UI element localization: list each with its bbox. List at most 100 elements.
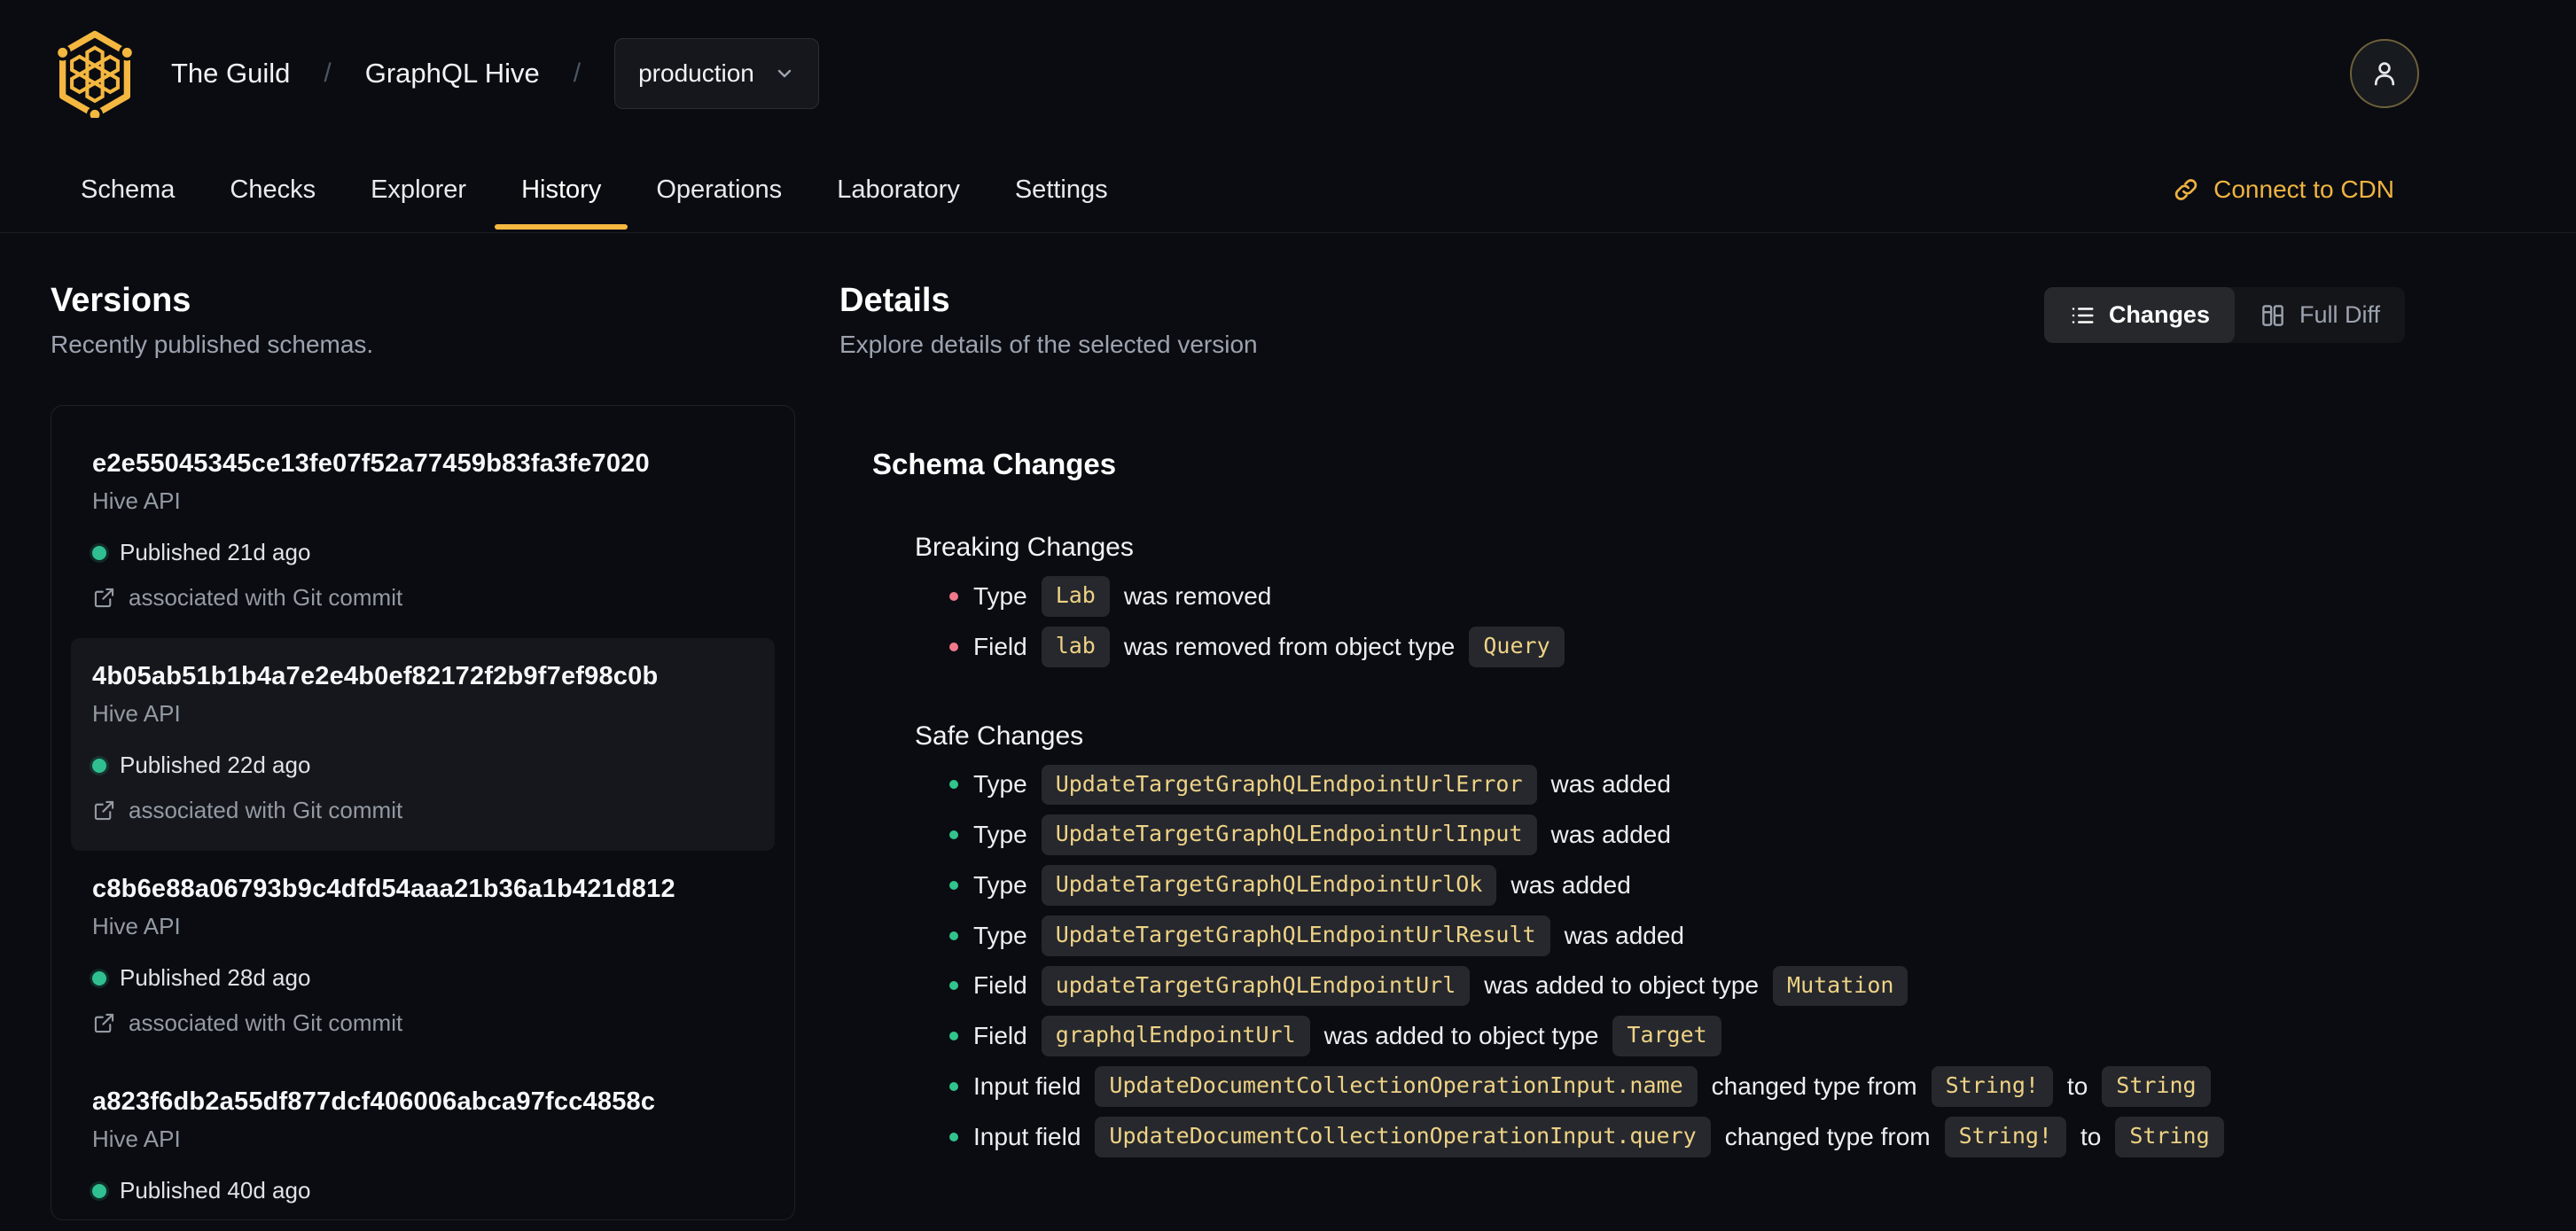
target-select[interactable]: production <box>614 38 819 109</box>
change-code-chip: Lab <box>1041 576 1110 617</box>
user-avatar-button[interactable] <box>2350 39 2419 108</box>
version-hash: 4b05ab51b1b4a7e2e4b0ef82172f2b9f7ef98c0b <box>92 662 659 690</box>
change-text: Type <box>973 581 1027 610</box>
details-subtitle: Explore details of the selected version <box>839 331 1258 358</box>
bullet-icon <box>949 931 958 940</box>
tab-checks[interactable]: Checks <box>230 147 316 232</box>
change-code-chip: UpdateDocumentCollectionOperationInput.q… <box>1095 1116 1711 1157</box>
version-service: Hive API <box>92 700 181 727</box>
change-row-segments: Input field UpdateDocumentCollectionOpera… <box>973 1066 2211 1107</box>
change-text: Field <box>973 971 1027 1000</box>
change-text: was removed <box>1123 581 1272 610</box>
change-section-items: Type Lab was removed Field lab was removed f… <box>915 576 2405 667</box>
columns-icon <box>2262 304 2283 326</box>
tab-label-schema: Schema <box>81 175 176 204</box>
safe-changes-title: Safe Changes <box>915 721 1084 751</box>
git-commit-link[interactable]: associated with Git commit <box>92 1009 753 1037</box>
version-card[interactable]: 4b05ab51b1b4a7e2e4b0ef82172f2b9f7ef98c0b… <box>71 638 775 851</box>
change-text: Field <box>973 632 1027 660</box>
published-dot-icon <box>92 545 106 560</box>
bullet-icon <box>949 1132 958 1141</box>
change-row-segments: Type UpdateTargetGraphQLEndpointUrlError w… <box>973 764 1671 806</box>
tab-label-laboratory: Laboratory <box>837 175 960 204</box>
git-commit-link[interactable]: associated with Git commit <box>92 584 753 612</box>
tab-label-history: History <box>521 175 602 204</box>
tab-laboratory[interactable]: Laboratory <box>837 147 960 232</box>
change-code-chip: Target <box>1612 1016 1721 1056</box>
changes-button[interactable]: Changes <box>2043 287 2235 343</box>
versions-title: Versions <box>51 282 191 319</box>
change-row: Field lab was removed from object type Quer… <box>949 626 2405 667</box>
change-row-segments: Field lab was removed from object type Quer… <box>973 626 1565 667</box>
target-select-value: production <box>638 59 754 87</box>
schema-changes-title: Schema Changes <box>872 448 1117 480</box>
version-service: Hive API <box>92 1126 181 1152</box>
breadcrumb-org[interactable]: The Guild <box>171 58 290 90</box>
external-link-icon <box>94 588 114 608</box>
change-code-chip: lab <box>1041 626 1110 667</box>
change-code-chip: String <box>2102 1066 2211 1107</box>
tab-settings[interactable]: Settings <box>1015 147 1108 232</box>
versions-panel: Versions Recently published schemas. e2e… <box>51 284 795 1220</box>
version-hash: a823f6db2a55df877dcf406006abca97fcc4858c <box>92 1087 656 1116</box>
safe-changes-section: Safe Changes Type UpdateTargetGraphQLEndp… <box>872 721 2405 1157</box>
breadcrumb-separator: / <box>324 58 332 88</box>
change-row-segments: Type Lab was removed <box>973 576 1271 617</box>
bullet-icon <box>949 642 958 651</box>
change-text: Type <box>973 821 1027 849</box>
published-dot-icon <box>92 758 106 773</box>
change-code-chip: UpdateDocumentCollectionOperationInput.n… <box>1095 1066 1698 1107</box>
breadcrumb-project[interactable]: GraphQL Hive <box>365 58 540 90</box>
connect-cdn-label: Connect to CDN <box>2213 175 2394 203</box>
details-header: Details Explore details of the selected … <box>839 284 2405 357</box>
change-code-chip: UpdateTargetGraphQLEndpointUrlInput <box>1041 814 1537 855</box>
version-card[interactable]: e2e55045345ce13fe07f52a77459b83fa3fe7020… <box>71 425 775 638</box>
tab-schema[interactable]: Schema <box>81 147 175 232</box>
change-section-items: Type UpdateTargetGraphQLEndpointUrlError w… <box>915 764 2405 1157</box>
change-text: Input field <box>973 1122 1081 1150</box>
change-row: Type UpdateTargetGraphQLEndpointUrlResult… <box>949 915 2405 956</box>
tab-label-settings: Settings <box>1014 175 1108 204</box>
breaking-changes-section: Breaking Changes Type Lab was removed Fiel… <box>872 534 2405 667</box>
external-link-icon <box>94 800 114 821</box>
tab-history[interactable]: History <box>495 147 628 232</box>
details-header-text: Details Explore details of the selected … <box>839 284 1258 357</box>
version-card[interactable]: c8b6e88a06793b9c4dfd54aaa21b36a1b421d812… <box>71 851 775 1063</box>
change-text: was added to object type <box>1484 971 1760 1000</box>
chevron-down-icon <box>777 69 792 78</box>
change-row: Type UpdateTargetGraphQLEndpointUrlInput w… <box>949 814 2405 855</box>
tab-label-explorer: Explorer <box>371 175 467 204</box>
version-card[interactable]: a823f6db2a55df877dcf406006abca97fcc4858c… <box>71 1063 775 1231</box>
change-row-segments: Input field UpdateDocumentCollectionOpera… <box>973 1116 2224 1157</box>
change-text: to <box>2080 1122 2102 1150</box>
version-status: Published 40d ago <box>92 1177 753 1204</box>
details-panel: Details Explore details of the selected … <box>839 284 2576 1220</box>
version-status: Published 21d ago <box>92 539 753 566</box>
version-hash: c8b6e88a06793b9c4dfd54aaa21b36a1b421d812 <box>92 875 675 903</box>
git-commit-text: associated with Git commit <box>129 1009 403 1036</box>
change-code-chip: String <box>2115 1116 2224 1157</box>
published-text: Published 22d ago <box>120 752 311 778</box>
hive-logo-icon <box>54 30 136 118</box>
tab-label-operations: Operations <box>656 175 783 204</box>
git-commit-link[interactable]: associated with Git commit <box>92 797 753 824</box>
change-row: Type UpdateTargetGraphQLEndpointUrlOk was … <box>949 865 2405 906</box>
change-text: was removed from object type <box>1123 632 1456 660</box>
change-row: Type UpdateTargetGraphQLEndpointUrlError w… <box>949 764 2405 806</box>
tab-explorer[interactable]: Explorer <box>371 147 466 232</box>
git-commit-text: associated with Git commit <box>129 797 403 823</box>
breadcrumb-separator: / <box>573 58 582 88</box>
change-code-chip: updateTargetGraphQLEndpointUrl <box>1041 965 1471 1007</box>
published-text: Published 21d ago <box>120 539 311 565</box>
change-row: Type Lab was removed <box>949 576 2405 617</box>
change-row: Field graphqlEndpointUrl was added to obje… <box>949 1016 2405 1056</box>
bullet-icon <box>949 591 958 601</box>
change-sections: Breaking Changes Type Lab was removed Fiel… <box>872 534 2405 1157</box>
change-text: was added to object type <box>1323 1022 1599 1050</box>
change-text: changed type from <box>1724 1122 1931 1150</box>
tab-bar: Schema Checks Explorer History Operations Lab… <box>0 147 2576 232</box>
published-dot-icon <box>92 1183 106 1198</box>
full-diff-button[interactable]: Full Diff <box>2235 287 2405 343</box>
connect-cdn-link[interactable]: Connect to CDN <box>2172 175 2394 204</box>
tab-operations[interactable]: Operations <box>656 147 782 232</box>
